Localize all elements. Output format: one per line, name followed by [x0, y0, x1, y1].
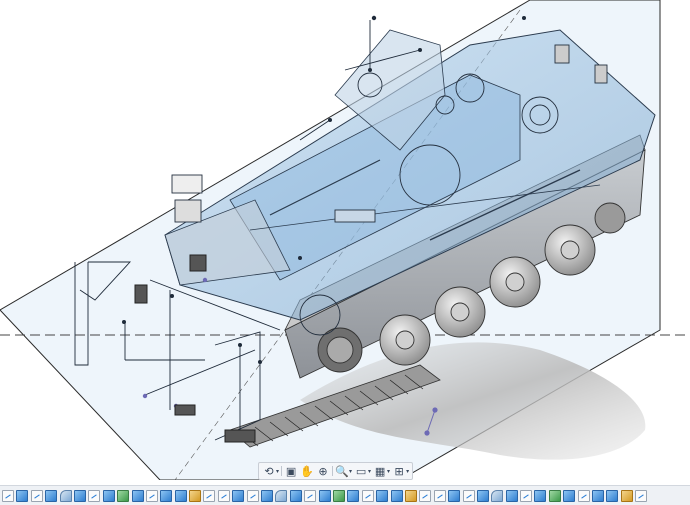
timeline-sketch-icon[interactable]: [145, 489, 158, 502]
timeline-extrude-icon[interactable]: [73, 489, 86, 502]
timeline-extrude-icon[interactable]: [45, 489, 58, 502]
dropdown-caret-icon[interactable]: ▾: [368, 468, 371, 475]
grid-icon[interactable]: ▦: [373, 464, 387, 478]
dropdown-caret-icon[interactable]: ▾: [387, 468, 390, 475]
timeline-fillet-icon[interactable]: [59, 489, 72, 502]
timeline-extrude-icon[interactable]: [131, 489, 144, 502]
timeline-extrude-icon[interactable]: [160, 489, 173, 502]
timeline-extrude-icon[interactable]: [592, 489, 605, 502]
timeline-extrude-icon[interactable]: [347, 489, 360, 502]
timeline-sketch-icon[interactable]: [520, 489, 533, 502]
viewports-icon[interactable]: ⊞: [392, 464, 406, 478]
timeline-extrude-icon[interactable]: [174, 489, 187, 502]
pan-icon[interactable]: ✋: [300, 464, 314, 478]
timeline-pattern-icon[interactable]: [189, 489, 202, 502]
timeline-sketch-icon[interactable]: [30, 489, 43, 502]
timeline-extrude-icon[interactable]: [534, 489, 547, 502]
timeline-shell-icon[interactable]: [117, 489, 130, 502]
timeline-sketch-icon[interactable]: [304, 489, 317, 502]
dropdown-caret-icon[interactable]: ▾: [406, 468, 409, 475]
timeline-fillet-icon[interactable]: [491, 489, 504, 502]
timeline-fillet-icon[interactable]: [275, 489, 288, 502]
toolbar-separator: [332, 466, 334, 476]
look-at-icon[interactable]: ▣: [284, 464, 298, 478]
timeline-extrude-icon[interactable]: [261, 489, 274, 502]
timeline-sketch-icon[interactable]: [419, 489, 432, 502]
timeline-shell-icon[interactable]: [548, 489, 561, 502]
timeline-extrude-icon[interactable]: [476, 489, 489, 502]
timeline-extrude-icon[interactable]: [390, 489, 403, 502]
timeline-extrude-icon[interactable]: [563, 489, 576, 502]
timeline-sketch-icon[interactable]: [433, 489, 446, 502]
model-canvas[interactable]: [0, 0, 690, 480]
timeline-sketch-icon[interactable]: [246, 489, 259, 502]
timeline-extrude-icon[interactable]: [376, 489, 389, 502]
zoom-icon[interactable]: 🔍: [335, 464, 349, 478]
timeline-extrude-icon[interactable]: [448, 489, 461, 502]
timeline-extrude-icon[interactable]: [102, 489, 115, 502]
timeline-sketch-icon[interactable]: [577, 489, 590, 502]
dropdown-caret-icon[interactable]: ▾: [349, 468, 352, 475]
timeline-pattern-icon[interactable]: [404, 489, 417, 502]
timeline-sketch-icon[interactable]: [217, 489, 230, 502]
timeline-pattern-icon[interactable]: [620, 489, 633, 502]
timeline-sketch-icon[interactable]: [88, 489, 101, 502]
timeline-extrude-icon[interactable]: [606, 489, 619, 502]
timeline-extrude-icon[interactable]: [318, 489, 331, 502]
timeline-shell-icon[interactable]: [332, 489, 345, 502]
dropdown-caret-icon[interactable]: ▾: [276, 468, 279, 475]
model-viewport[interactable]: ⟲ ▾ ▣ ✋ ⊕ 🔍 ▾ ▭ ▾ ▦ ▾ ⊞ ▾: [0, 0, 690, 480]
toolbar-separator: [281, 466, 283, 476]
orbit-icon[interactable]: ⟲: [262, 464, 276, 478]
timeline-sketch-icon[interactable]: [635, 489, 648, 502]
display-settings-icon[interactable]: ▭: [354, 464, 368, 478]
timeline-sketch-icon[interactable]: [203, 489, 216, 502]
timeline-extrude-icon[interactable]: [505, 489, 518, 502]
navigation-toolbar: ⟲ ▾ ▣ ✋ ⊕ 🔍 ▾ ▭ ▾ ▦ ▾ ⊞ ▾: [258, 462, 414, 480]
timeline-sketch-icon[interactable]: [462, 489, 475, 502]
timeline-sketch-icon[interactable]: [2, 489, 14, 502]
zoom-window-icon[interactable]: ⊕: [316, 464, 330, 478]
timeline-sketch-icon[interactable]: [361, 489, 374, 502]
timeline-extrude-icon[interactable]: [16, 489, 29, 502]
feature-timeline: [0, 485, 690, 505]
timeline-extrude-icon[interactable]: [232, 489, 245, 502]
timeline-extrude-icon[interactable]: [289, 489, 302, 502]
